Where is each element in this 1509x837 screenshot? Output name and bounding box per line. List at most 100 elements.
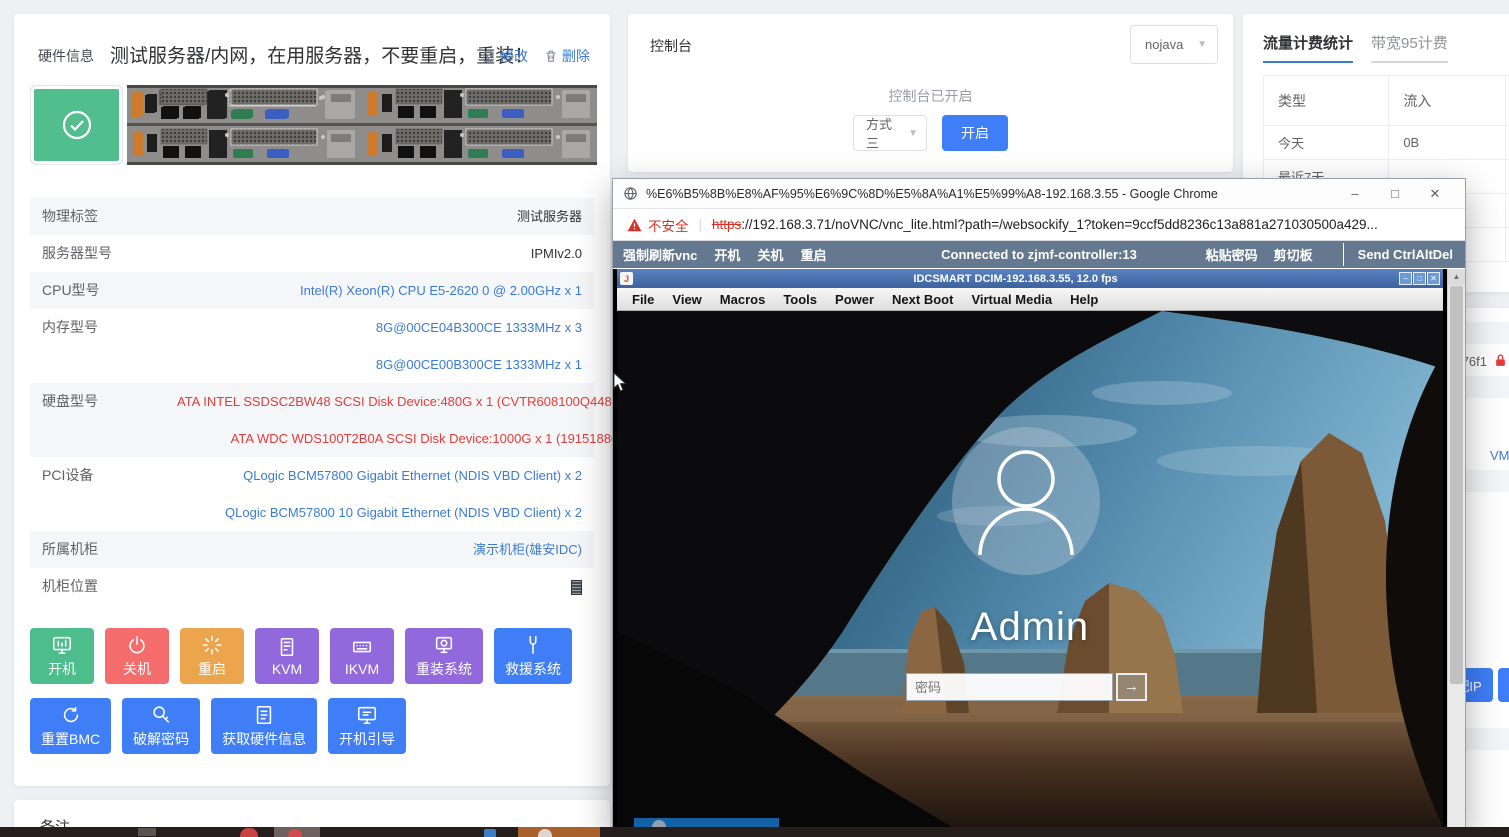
open-console-button[interactable]: 开启: [942, 115, 1008, 151]
vnc-window-title: IDCSMART DCIM-192.168.3.55, 12.0 fps: [633, 273, 1398, 285]
edit-button[interactable]: 修改: [482, 46, 528, 66]
url-text: ://192.168.3.71/noVNC/vnc_lite.html?path…: [741, 217, 1377, 232]
force-refresh-vnc-button[interactable]: 强制刷新vnc: [623, 245, 697, 264]
login-username: Admin: [617, 605, 1443, 650]
chrome-titlebar[interactable]: %E6%B5%8B%E8%AF%95%E6%9C%8D%E5%8A%A1%E5%…: [613, 179, 1465, 209]
menu-file[interactable]: File: [623, 292, 663, 307]
rack-position-icon[interactable]: [571, 580, 582, 595]
chrome-window-title: %E6%B5%8B%E8%AF%95%E6%9C%8D%E5%8A%A1%E5%…: [646, 187, 1335, 201]
vnc-maximize-button[interactable]: □: [1413, 272, 1426, 285]
login-notification-bar[interactable]: [634, 818, 779, 827]
hardware-info-table: 物理标签 测试服务器 服务器型号 IPMIv2.0 CPU型号 Intel(R)…: [30, 198, 594, 605]
wrench-icon: [522, 634, 544, 656]
taskbar-icon[interactable]: [484, 829, 496, 837]
taskbar-icon[interactable]: [240, 828, 258, 837]
console-controls: 方式三 ▼ 开启: [628, 115, 1233, 151]
crack-password-button[interactable]: 破解密码: [122, 698, 200, 754]
clipboard-button[interactable]: 剪切板: [1274, 245, 1313, 264]
menu-tools[interactable]: Tools: [774, 292, 826, 307]
minimize-button[interactable]: –: [1335, 180, 1375, 208]
vnc-reboot-button[interactable]: 重启: [800, 245, 826, 264]
keyboard-icon: [351, 636, 373, 658]
reinstall-os-button[interactable]: 重装系统: [405, 628, 483, 684]
maximize-button[interactable]: □: [1375, 180, 1415, 208]
password-row: →: [906, 673, 1147, 701]
close-button[interactable]: ✕: [1415, 180, 1455, 208]
reboot-button[interactable]: 重启: [180, 628, 244, 684]
login-submit-arrow-button[interactable]: →: [1116, 673, 1147, 701]
scrollbar-up-arrow[interactable]: ▲: [1448, 269, 1465, 285]
reset-bmc-button[interactable]: 重置BMC: [30, 698, 111, 754]
console-status-text: 控制台已开启: [628, 86, 1233, 106]
page-scrollbar[interactable]: ▲: [1447, 269, 1465, 836]
get-hardware-info-button[interactable]: 获取硬件信息: [211, 698, 317, 754]
status-ok-badge: [30, 85, 123, 165]
delete-button[interactable]: 删除: [544, 46, 590, 66]
chevron-down-icon: ▼: [908, 128, 918, 139]
paste-password-button[interactable]: 粘贴密码: [1206, 245, 1258, 264]
table-header-row: 类型 流入 流出: [1264, 76, 1509, 126]
power-off-button[interactable]: 关机: [105, 628, 169, 684]
traffic-tabs: 流量计费统计 带宽95计费: [1263, 32, 1448, 63]
console-panel: 控制台 nojava ▼ 控制台已开启 方式三 ▼ 开启: [628, 14, 1233, 172]
taskbar-icon[interactable]: [538, 829, 552, 837]
taskbar-active-app[interactable]: [518, 827, 600, 837]
password-input[interactable]: [906, 673, 1113, 701]
menu-view[interactable]: View: [663, 292, 710, 307]
cabinet-link[interactable]: 演示机柜(雄安IDC): [177, 531, 582, 568]
url-scheme: https: [712, 217, 741, 232]
globe-icon: [623, 186, 638, 201]
vnc-minimize-button[interactable]: –: [1399, 272, 1412, 285]
table-row: PCI设备 QLogic BCM57800 Gigabit Ethernet (…: [30, 457, 594, 531]
java-icon: J: [620, 272, 633, 285]
taskbar-icon[interactable]: [138, 828, 156, 836]
menu-virtual-media[interactable]: Virtual Media: [962, 292, 1061, 307]
send-ctrl-alt-del-button[interactable]: Send CtrlAltDel: [1343, 243, 1455, 266]
taskbar-icon[interactable]: [288, 829, 302, 837]
menu-macros[interactable]: Macros: [711, 292, 775, 307]
tab-bandwidth-95[interactable]: 带宽95计费: [1371, 32, 1448, 63]
vnc-menubar: File View Macros Tools Power Next Boot V…: [617, 288, 1443, 311]
tab-traffic-billing[interactable]: 流量计费统计: [1263, 32, 1353, 63]
host-taskbar[interactable]: [0, 827, 1509, 837]
ikvm-button[interactable]: IKVM: [330, 628, 394, 684]
document-icon: [253, 704, 275, 726]
vnc-power-on-button[interactable]: 开机: [714, 245, 740, 264]
chrome-popup-window: %E6%B5%8B%E8%AF%95%E6%9C%8D%E5%8A%A1%E5%…: [612, 178, 1466, 837]
scrollbar-thumb[interactable]: [1450, 286, 1463, 684]
remote-desktop-screen[interactable]: Admin →: [617, 311, 1443, 827]
menu-next-boot[interactable]: Next Boot: [883, 292, 962, 307]
vnc-window-titlebar[interactable]: J IDCSMART DCIM-192.168.3.55, 12.0 fps –…: [617, 269, 1443, 288]
vnc-close-button[interactable]: ✕: [1427, 272, 1440, 285]
menu-power[interactable]: Power: [826, 292, 883, 307]
kvm-button[interactable]: KVM: [255, 628, 319, 684]
table-row: 所属机柜 演示机柜(雄安IDC): [30, 531, 594, 568]
vnc-viewer-window: J IDCSMART DCIM-192.168.3.55, 12.0 fps –…: [617, 269, 1443, 827]
hardware-actions: 修改 删除: [482, 46, 590, 66]
chevron-down-icon: ▼: [1197, 39, 1207, 50]
rescue-system-button[interactable]: 救援系统: [494, 628, 572, 684]
boot-order-button[interactable]: 开机引导: [328, 698, 406, 754]
check-circle-icon: [59, 107, 95, 143]
power-icon: [126, 634, 148, 656]
menu-help[interactable]: Help: [1061, 292, 1107, 307]
table-row: 硬盘型号 ATA INTEL SSDSC2BW48 SCSI Disk Devi…: [30, 383, 594, 457]
power-on-button[interactable]: 开机: [30, 628, 94, 684]
lock-icon[interactable]: [1494, 353, 1507, 368]
chrome-url-bar[interactable]: 不安全 | https://192.168.3.71/noVNC/vnc_lit…: [613, 209, 1465, 241]
app-root: 硬件信息 测试服务器/内网，在用服务器，不要重启，重装！ 修改 删除: [0, 0, 1509, 837]
vm-link[interactable]: VM: [1490, 448, 1509, 463]
renderer-select[interactable]: nojava ▼: [1130, 25, 1218, 64]
table-row: CPU型号 Intel(R) Xeon(R) CPU E5-2620 0 @ 2…: [30, 272, 594, 309]
vnc-power-off-button[interactable]: 关机: [757, 245, 783, 264]
novnc-page: J IDCSMART DCIM-192.168.3.55, 12.0 fps –…: [613, 269, 1465, 836]
novnc-toolbar: Connected to zjmf-controller:13 强制刷新vnc …: [613, 241, 1465, 268]
boot-monitor-icon: [356, 704, 378, 726]
kvm-box-icon: [276, 636, 298, 658]
partial-button[interactable]: [1498, 668, 1509, 702]
security-warning-label[interactable]: 不安全: [648, 215, 689, 235]
rotate-icon: [60, 704, 82, 726]
method-select[interactable]: 方式三 ▼: [853, 115, 927, 151]
action-buttons-row2: 重置BMC 破解密码 获取硬件信息 开机引导: [30, 698, 406, 754]
table-row: 今天 0B 0B: [1264, 126, 1509, 160]
